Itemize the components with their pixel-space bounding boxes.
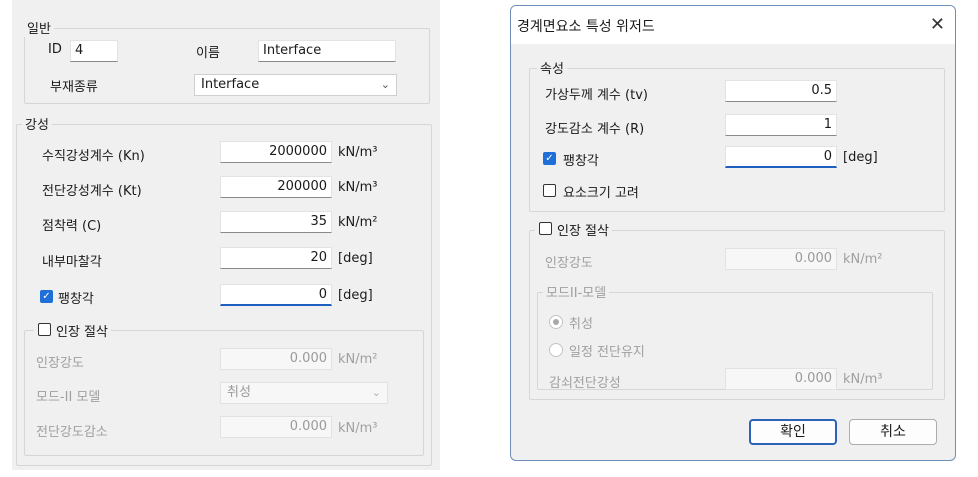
unit-label: [deg] — [338, 251, 373, 266]
virtual-thickness-label: 가상두께 계수 (tv) — [545, 88, 648, 103]
member-type-select[interactable]: Interface ⌄ — [194, 74, 397, 96]
element-size-checkbox[interactable] — [543, 184, 556, 197]
ok-button[interactable]: 확인 — [749, 419, 837, 445]
mode-ii-group-title: 모드II-모델 — [543, 282, 610, 301]
mode-model-label: 모드-II 모델 — [36, 390, 101, 405]
normal-stiffness-field[interactable]: 2000000 — [220, 141, 332, 163]
strength-reduction-label: 강도감소 계수 (R) — [545, 122, 645, 137]
general-group-title: 일반 — [24, 18, 54, 37]
reduced-shear-label: 감쇠전단강성 — [549, 376, 621, 391]
friction-angle-field[interactable]: 20 — [220, 247, 332, 269]
name-field[interactable]: Interface — [258, 40, 396, 62]
unit-label: kN/m³ — [338, 180, 378, 195]
tensile-strength-field[interactable]: 0.000 — [220, 348, 332, 370]
unit-label: kN/m² — [338, 215, 378, 230]
properties-panel: 일반 ID 4 이름 Interface 부재종류 Interface ⌄ 강성… — [12, 0, 440, 470]
dialog-titlebar: 경계면요소 특성 위저드 ✕ — [511, 6, 955, 44]
interface-wizard-dialog: 경계면요소 특성 위저드 ✕ 속성 가상두께 계수 (tv) 0.5 강도감소 … — [510, 5, 956, 461]
chevron-down-icon: ⌄ — [371, 386, 381, 399]
strength-reduction-field[interactable]: 1 — [725, 114, 837, 136]
stiffness-group-title: 강성 — [22, 114, 52, 133]
unit-label: kN/m² — [338, 352, 378, 367]
shear-reduction-field[interactable]: 0.000 — [220, 416, 332, 438]
id-label: ID — [48, 42, 62, 57]
tensile-strength-label: 인장강도 — [545, 256, 593, 271]
mode-brittle-label: 취성 — [569, 317, 593, 332]
name-label: 이름 — [196, 46, 220, 61]
stiffness-row-label: 전단강성계수 (Kt) — [42, 184, 142, 199]
stiffness-row-label: 수직강성계수 (Kn) — [42, 149, 145, 164]
dilation-checkbox[interactable]: ✓ — [40, 290, 53, 303]
dialog-title: 경계면요소 특성 위저드 — [517, 19, 655, 35]
mode-model-value: 취성 — [227, 385, 251, 400]
unit-label: [deg] — [843, 150, 878, 165]
unit-label: kN/m² — [843, 252, 883, 267]
dilation-checkbox[interactable]: ✓ — [543, 152, 556, 165]
tension-cutoff-checkbox[interactable] — [539, 222, 552, 235]
mode-brittle-radio[interactable] — [549, 315, 563, 329]
shear-stiffness-field[interactable]: 200000 — [220, 176, 332, 198]
stiffness-row-label: 내부마찰각 — [42, 255, 102, 270]
mode-model-select[interactable]: 취성 ⌄ — [220, 382, 388, 404]
dilation-label: 팽창각 — [58, 292, 94, 307]
reduced-shear-field[interactable]: 0.000 — [725, 368, 837, 390]
element-size-label: 요소크기 고려 — [563, 186, 639, 201]
id-field[interactable]: 4 — [70, 40, 118, 62]
unit-label: kN/m³ — [843, 372, 883, 387]
mode-constant-label: 일정 전단유지 — [569, 345, 645, 360]
properties-group-title: 속성 — [537, 58, 567, 77]
dilation-field[interactable]: 0 — [725, 146, 837, 168]
shear-reduction-label: 전단강도감소 — [36, 425, 108, 440]
virtual-thickness-field[interactable]: 0.5 — [725, 80, 837, 102]
unit-label: [deg] — [338, 288, 373, 303]
tensile-strength-label: 인장강도 — [36, 356, 84, 371]
tensile-strength-field[interactable]: 0.000 — [725, 248, 837, 270]
tension-cutoff-checkbox[interactable] — [38, 323, 51, 336]
member-type-label: 부재종류 — [50, 80, 98, 95]
mode-constant-radio[interactable] — [549, 343, 563, 357]
dilation-label: 팽창각 — [563, 154, 599, 169]
cancel-button[interactable]: 취소 — [849, 419, 937, 445]
member-type-value: Interface — [201, 77, 260, 92]
stiffness-row-label: 점착력 (C) — [42, 219, 102, 234]
unit-label: kN/m³ — [338, 145, 378, 160]
cohesion-field[interactable]: 35 — [220, 211, 332, 233]
dilation-field[interactable]: 0 — [220, 284, 332, 306]
chevron-down-icon: ⌄ — [380, 78, 390, 91]
close-icon[interactable]: ✕ — [930, 14, 945, 35]
unit-label: kN/m³ — [338, 421, 378, 436]
